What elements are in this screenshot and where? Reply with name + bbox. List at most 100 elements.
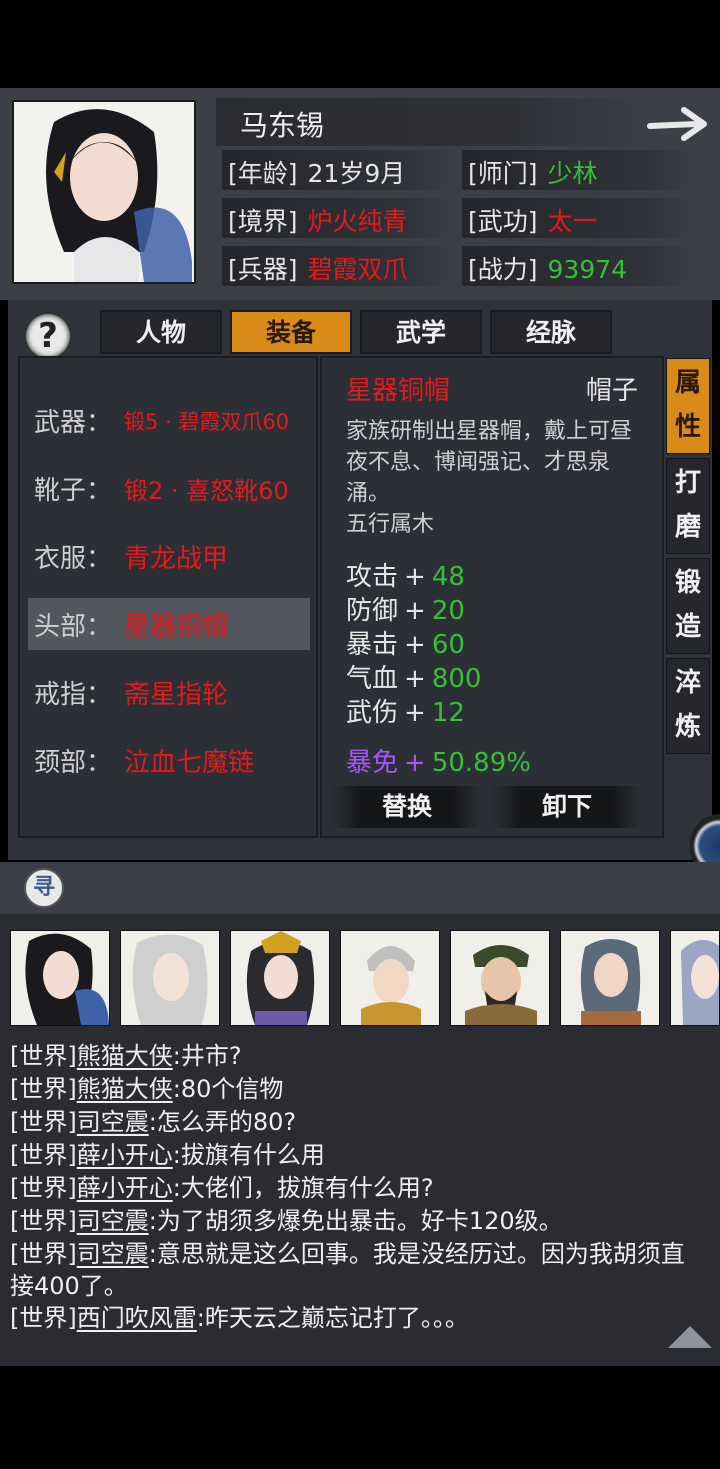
- attr-crit: 暴击 +60: [346, 630, 465, 660]
- attr-attack: 攻击 +48: [346, 562, 465, 592]
- stat-value: 21岁9月: [307, 159, 406, 188]
- item-description-text: 家族研制出星器帽，戴上可昼夜不息、博闻强记、才思泉涌。: [346, 419, 633, 506]
- slot-label: 戒指：: [34, 680, 113, 710]
- side-tab-forge[interactable]: 锻造: [666, 558, 710, 654]
- side-tab-polish[interactable]: 打磨: [666, 458, 710, 554]
- search-icon[interactable]: 寻: [24, 868, 64, 908]
- replace-button[interactable]: 替换: [332, 786, 482, 828]
- attr-label: 攻击: [346, 562, 399, 592]
- chat-user[interactable]: 司空震: [77, 1108, 149, 1136]
- avatar[interactable]: [560, 930, 660, 1026]
- slot-item: 锻2 · 喜怒靴60: [124, 477, 289, 505]
- stat-label: [武功]: [468, 207, 538, 236]
- slot-label: 靴子：: [34, 476, 113, 506]
- chat-text: :昨天云之巅忘记打了。。。: [196, 1304, 469, 1332]
- chat-channel: [世界]: [10, 1304, 77, 1332]
- unequip-button[interactable]: 卸下: [492, 786, 642, 828]
- chat-channel: [世界]: [10, 1042, 77, 1070]
- chat-message: [世界]薛小开心:拔旗有什么用: [10, 1139, 710, 1171]
- stat-value: 太一: [547, 207, 598, 236]
- tab-character[interactable]: 人物: [100, 310, 222, 354]
- chat-message: [世界]司空震:意思就是这么回事。我是没经历过。因为我胡须直: [10, 1238, 710, 1270]
- attr-value: 50.89%: [431, 748, 531, 778]
- slot-weapon[interactable]: 武器： 锻5 · 碧霞双爪60: [28, 394, 310, 446]
- attr-value: 12: [431, 698, 465, 728]
- tab-meridians[interactable]: 经脉: [490, 310, 612, 354]
- slot-item: 斋星指轮: [124, 680, 229, 710]
- chat-channel: [世界]: [10, 1174, 77, 1202]
- chat-text: :井市?: [172, 1042, 242, 1070]
- slot-boots[interactable]: 靴子： 锻2 · 喜怒靴60: [28, 462, 310, 514]
- chat-text: :意思就是这么回事。我是没经历过。因为我胡须直: [148, 1240, 685, 1268]
- chat-message: [世界]薛小开心:大佬们，拔旗有什么用?: [10, 1172, 710, 1204]
- slot-ring[interactable]: 戒指： 斋星指轮: [28, 666, 310, 718]
- chat-channel: [世界]: [10, 1075, 77, 1103]
- scroll-up-icon[interactable]: [668, 1326, 712, 1348]
- chat-user[interactable]: 熊猫大侠: [77, 1042, 173, 1070]
- stat-realm: [境界] 炉火纯青: [228, 202, 408, 238]
- chat-message: [世界]司空震:为了胡须多爆免出暴击。好卡120级。: [10, 1205, 710, 1237]
- chat-channel: [世界]: [10, 1141, 77, 1169]
- stat-value: 炉火纯青: [307, 207, 408, 236]
- attr-label: 暴免: [346, 748, 399, 778]
- character-name: 马东锡: [240, 109, 325, 142]
- chat-text: :拔旗有什么用: [172, 1141, 325, 1169]
- stat-label: [年龄]: [228, 159, 298, 188]
- slot-label: 武器：: [34, 408, 113, 438]
- avatar[interactable]: [450, 930, 550, 1026]
- side-tab-attributes[interactable]: 属性: [666, 358, 710, 454]
- help-icon[interactable]: ?: [26, 314, 70, 358]
- avatar[interactable]: [120, 930, 220, 1026]
- stat-label: [境界]: [228, 207, 298, 236]
- attr-crit-immune: 暴免 +50.89%: [346, 748, 531, 778]
- slot-item: 青龙战甲: [124, 544, 229, 574]
- avatar[interactable]: [670, 930, 720, 1026]
- chat-text: :大佬们，拔旗有什么用?: [172, 1174, 434, 1202]
- chat-message-continued: 接400了。: [10, 1270, 710, 1302]
- slot-item: 泣血七魔链: [124, 748, 255, 778]
- chat-text: :80个信物: [172, 1075, 284, 1103]
- avatar[interactable]: [10, 930, 110, 1026]
- chat-channel: [世界]: [10, 1207, 77, 1235]
- chat-message: [世界]熊猫大侠:80个信物: [10, 1073, 710, 1105]
- chat-text: :怎么弄的80?: [148, 1108, 297, 1136]
- item-element: 五行属木: [346, 512, 435, 537]
- tab-equipment[interactable]: 装备: [230, 310, 352, 354]
- chat-user[interactable]: 司空震: [77, 1207, 149, 1235]
- chat-user[interactable]: 熊猫大侠: [77, 1075, 173, 1103]
- attr-label: 暴击: [346, 630, 399, 660]
- chat-user[interactable]: 薛小开心: [77, 1141, 173, 1169]
- chat-message: [世界]司空震:怎么弄的80?: [10, 1106, 710, 1138]
- attr-defense: 防御 +20: [346, 596, 465, 626]
- stat-label: [兵器]: [228, 255, 298, 284]
- attr-label: 防御: [346, 596, 399, 626]
- attr-value: 20: [431, 596, 465, 626]
- chat-user[interactable]: 司空震: [77, 1240, 149, 1268]
- attr-martial-damage: 武伤 +12: [346, 698, 465, 728]
- stat-label: [师门]: [468, 159, 538, 188]
- chat-user[interactable]: 薛小开心: [77, 1174, 173, 1202]
- stat-age: [年龄] 21岁9月: [228, 154, 405, 190]
- next-character-arrow-icon[interactable]: [646, 104, 710, 144]
- tab-martial-arts[interactable]: 武学: [360, 310, 482, 354]
- item-name: 星器铜帽: [346, 376, 451, 406]
- stat-value: 少林: [547, 159, 598, 188]
- character-portrait[interactable]: [12, 100, 196, 284]
- slot-neck[interactable]: 颈部： 泣血七魔链: [28, 734, 310, 786]
- attr-value: 800: [431, 664, 482, 694]
- chat-text: 接400了。: [10, 1272, 128, 1300]
- avatar[interactable]: [340, 930, 440, 1026]
- slot-head[interactable]: 头部： 星器铜帽: [28, 598, 310, 650]
- stat-label: [战力]: [468, 255, 538, 284]
- chat-channel: [世界]: [10, 1240, 77, 1268]
- slot-label: 头部：: [34, 612, 113, 642]
- slot-armor[interactable]: 衣服： 青龙战甲: [28, 530, 310, 582]
- attr-label: 武伤: [346, 698, 399, 728]
- chat-user[interactable]: 西门吹风雷: [77, 1304, 197, 1332]
- stat-value: 93974: [547, 255, 628, 284]
- slot-item: 锻5 · 碧霞双爪60: [124, 410, 290, 434]
- item-type: 帽子: [586, 376, 639, 406]
- attr-value: 48: [431, 562, 465, 592]
- avatar[interactable]: [230, 930, 330, 1026]
- side-tab-temper[interactable]: 淬炼: [666, 658, 710, 754]
